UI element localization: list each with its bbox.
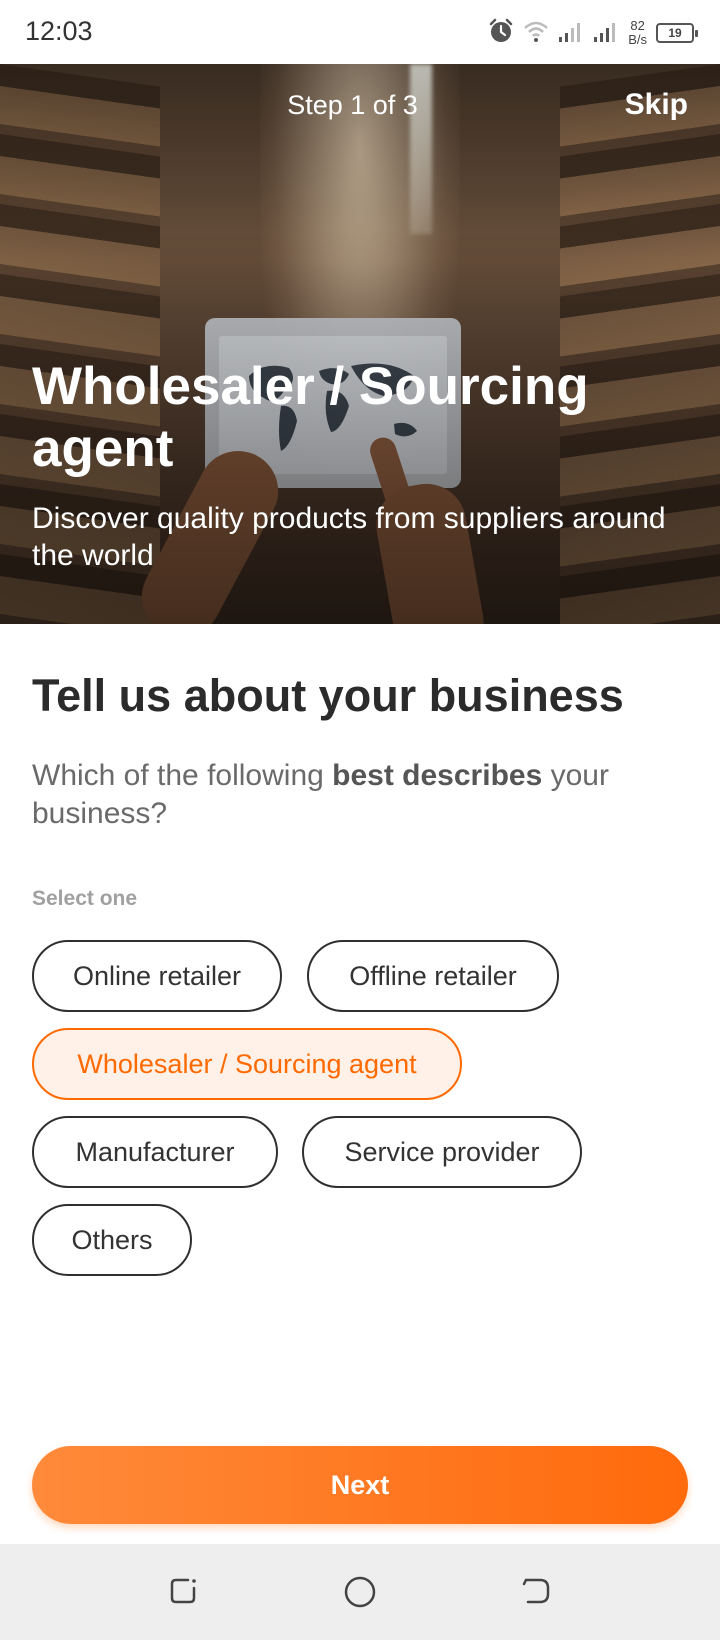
recent-apps-icon[interactable] (166, 1574, 202, 1610)
option-others[interactable]: Others (32, 1204, 192, 1276)
status-time: 12:03 (25, 16, 93, 46)
status-bar: 12:03 82 B/s 19 (0, 0, 720, 64)
option-service-provider[interactable]: Service provider (302, 1116, 582, 1188)
next-button[interactable]: Next (32, 1446, 688, 1524)
option-wholesaler-sourcing-agent[interactable]: Wholesaler / Sourcing agent (32, 1028, 462, 1100)
option-manufacturer[interactable]: Manufacturer (32, 1116, 278, 1188)
status-icons: 82 B/s 19 (488, 16, 698, 50)
question-text: Which of the following best describes yo… (32, 757, 692, 833)
signal-icon (593, 19, 619, 48)
question-prefix: Which of the following (32, 759, 333, 792)
signal-icon (558, 19, 584, 48)
back-icon[interactable] (518, 1574, 554, 1610)
option-offline-retailer[interactable]: Offline retailer (307, 940, 559, 1012)
select-hint: Select one (32, 887, 138, 910)
hero-title: Wholesaler / Sourcing agent (32, 357, 589, 478)
network-speed: 82 B/s (628, 19, 647, 47)
hero-banner: Step 1 of 3 Skip Wholesaler / Sourcing a… (0, 64, 720, 624)
network-speed-unit: B/s (628, 32, 647, 47)
step-indicator: Step 1 of 3 (287, 90, 418, 120)
system-nav-bar (0, 1544, 720, 1640)
option-online-retailer[interactable]: Online retailer (32, 940, 282, 1012)
question-emphasis: best describes (332, 759, 543, 792)
alarm-icon (488, 18, 514, 49)
network-speed-value: 82 (630, 18, 645, 33)
hero-subtitle: Discover quality products from suppliers… (32, 502, 666, 572)
battery-icon: 19 (656, 23, 698, 43)
wifi-icon (523, 19, 549, 48)
page-title: Tell us about your business (32, 670, 624, 721)
skip-button[interactable]: Skip (625, 88, 688, 122)
home-icon[interactable] (342, 1574, 378, 1610)
